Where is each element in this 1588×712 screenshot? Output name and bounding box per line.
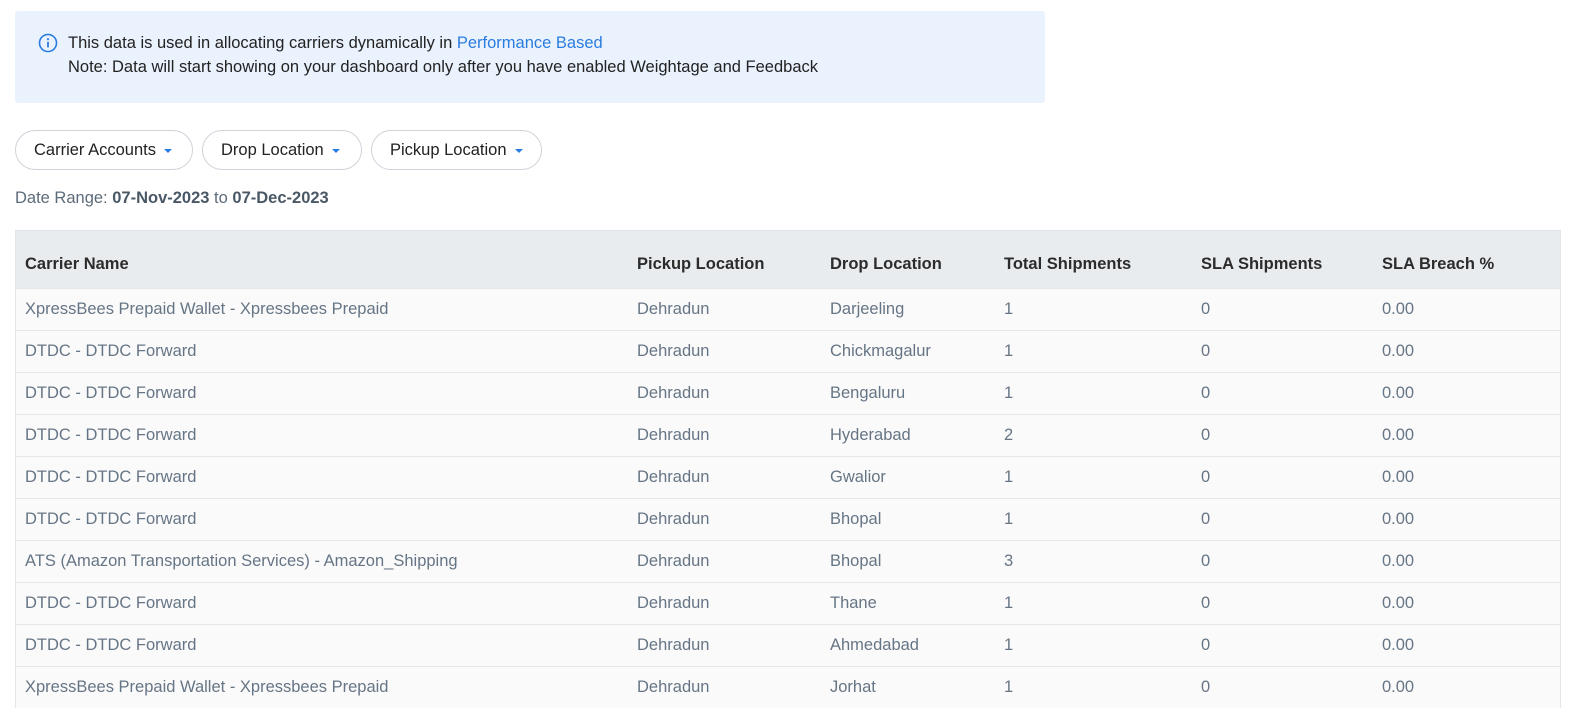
cell-drop-location: Ahmedabad (830, 635, 919, 654)
drop-location-filter-button[interactable]: Drop Location (202, 130, 362, 170)
cell-pickup-location: Dehradun (637, 551, 710, 570)
cell-carrier-name: DTDC - DTDC Forward (25, 593, 197, 612)
table-row: DTDC - DTDC Forward Dehradun Hyderabad 2 0 0.… (16, 414, 1560, 456)
cell-pickup-location: Dehradun (637, 425, 710, 444)
table-row: DTDC - DTDC Forward Dehradun Gwalior 1 0 0.00 (16, 456, 1560, 498)
cell-drop-location: Gwalior (830, 467, 886, 486)
cell-total-shipments: 1 (1004, 509, 1014, 528)
caret-down-icon (331, 149, 340, 153)
performance-based-link[interactable]: Performance Based (457, 34, 603, 52)
cell-total-shipments: 1 (1004, 677, 1014, 696)
table-row: DTDC - DTDC Forward Dehradun Chickmagalur 1… (16, 330, 1560, 372)
cell-carrier-name: DTDC - DTDC Forward (25, 425, 197, 444)
caret-down-icon (514, 149, 523, 153)
caret-down-icon (163, 149, 172, 153)
cell-sla-shipments: 0 (1201, 551, 1211, 570)
date-range-to: 07-Dec-2023 (232, 189, 329, 207)
date-range-separator: to (209, 189, 233, 207)
cell-sla-breach-percent: 0.00 (1382, 593, 1415, 612)
info-text: This data is used in allocating carriers… (68, 34, 603, 53)
carrier-performance-table: Carrier Name Pickup Location Drop Location… (15, 230, 1561, 708)
cell-drop-location: Darjeeling (830, 299, 905, 318)
filter-label: Pickup Location (390, 140, 507, 159)
cell-carrier-name: DTDC - DTDC Forward (25, 467, 197, 486)
table-row: DTDC - DTDC Forward Dehradun Ahmedabad 1 0 0.… (16, 624, 1560, 666)
cell-sla-shipments: 0 (1201, 383, 1211, 402)
info-note: Note: Data will start showing on your da… (68, 58, 818, 76)
column-header-drop-location[interactable]: Drop Location (821, 231, 995, 288)
cell-pickup-location: Dehradun (637, 299, 710, 318)
cell-pickup-location: Dehradun (637, 593, 710, 612)
cell-pickup-location: Dehradun (637, 509, 710, 528)
cell-total-shipments: 1 (1004, 383, 1014, 402)
cell-total-shipments: 3 (1004, 551, 1014, 570)
cell-sla-shipments: 0 (1201, 635, 1211, 654)
table-row: XpressBees Prepaid Wallet - Xpressbees P… (16, 666, 1560, 708)
cell-carrier-name: ATS (Amazon Transportation Services) - A… (25, 551, 458, 570)
column-header-sla-breach-percent[interactable]: SLA Breach % (1373, 231, 1560, 288)
cell-sla-breach-percent: 0.00 (1382, 467, 1415, 486)
filter-label: Carrier Accounts (34, 140, 156, 159)
pickup-location-filter-button[interactable]: Pickup Location (371, 130, 542, 170)
cell-pickup-location: Dehradun (637, 635, 710, 654)
column-header-carrier-name[interactable]: Carrier Name (16, 231, 628, 288)
cell-sla-shipments: 0 (1201, 341, 1211, 360)
carrier-accounts-filter-button[interactable]: Carrier Accounts (15, 130, 193, 170)
cell-drop-location: Hyderabad (830, 425, 911, 444)
cell-drop-location: Bhopal (830, 509, 882, 528)
cell-sla-breach-percent: 0.00 (1382, 299, 1415, 318)
cell-carrier-name: XpressBees Prepaid Wallet - Xpressbees P… (25, 677, 389, 696)
table-header-row: Carrier Name Pickup Location Drop Location… (16, 231, 1560, 288)
cell-sla-breach-percent: 0.00 (1382, 425, 1415, 444)
cell-carrier-name: DTDC - DTDC Forward (25, 635, 197, 654)
cell-drop-location: Jorhat (830, 677, 876, 696)
cell-carrier-name: XpressBees Prepaid Wallet - Xpressbees P… (25, 299, 389, 318)
date-range-from: 07-Nov-2023 (112, 189, 210, 207)
cell-carrier-name: DTDC - DTDC Forward (25, 383, 197, 402)
cell-sla-shipments: 0 (1201, 509, 1211, 528)
cell-carrier-name: DTDC - DTDC Forward (25, 509, 197, 528)
cell-total-shipments: 2 (1004, 425, 1014, 444)
column-header-sla-shipments[interactable]: SLA Shipments (1192, 231, 1373, 288)
cell-sla-shipments: 0 (1201, 677, 1211, 696)
cell-sla-breach-percent: 0.00 (1382, 509, 1415, 528)
column-header-total-shipments[interactable]: Total Shipments (995, 231, 1192, 288)
cell-drop-location: Chickmagalur (830, 341, 931, 360)
cell-total-shipments: 1 (1004, 593, 1014, 612)
cell-sla-shipments: 0 (1201, 467, 1211, 486)
table-body: XpressBees Prepaid Wallet - Xpressbees P… (16, 288, 1560, 708)
cell-sla-shipments: 0 (1201, 425, 1211, 444)
cell-total-shipments: 1 (1004, 341, 1014, 360)
cell-drop-location: Thane (830, 593, 877, 612)
info-banner: This data is used in allocating carriers… (15, 11, 1045, 103)
table-row: DTDC - DTDC Forward Dehradun Thane 1 0 0.00 (16, 582, 1560, 624)
table-row: ATS (Amazon Transportation Services) - A… (16, 540, 1560, 582)
cell-sla-breach-percent: 0.00 (1382, 677, 1415, 696)
date-range-label: Date Range: (15, 189, 113, 207)
filter-label: Drop Location (221, 140, 324, 159)
cell-sla-breach-percent: 0.00 (1382, 635, 1415, 654)
cell-sla-breach-percent: 0.00 (1382, 341, 1415, 360)
cell-carrier-name: DTDC - DTDC Forward (25, 341, 197, 360)
cell-total-shipments: 1 (1004, 467, 1014, 486)
info-circle-icon (38, 33, 58, 53)
column-header-pickup-location[interactable]: Pickup Location (628, 231, 821, 288)
cell-sla-breach-percent: 0.00 (1382, 383, 1415, 402)
cell-sla-shipments: 0 (1201, 299, 1211, 318)
table-row: DTDC - DTDC Forward Dehradun Bhopal 1 0 0.00 (16, 498, 1560, 540)
date-range: Date Range: 07-Nov-2023 to 07-Dec-2023 (15, 189, 329, 208)
cell-pickup-location: Dehradun (637, 383, 710, 402)
cell-pickup-location: Dehradun (637, 677, 710, 696)
cell-total-shipments: 1 (1004, 299, 1014, 318)
cell-pickup-location: Dehradun (637, 341, 710, 360)
table-row: DTDC - DTDC Forward Dehradun Bengaluru 1 0 0.… (16, 372, 1560, 414)
info-text-prefix: This data is used in allocating carriers… (68, 34, 457, 52)
cell-total-shipments: 1 (1004, 635, 1014, 654)
cell-drop-location: Bengaluru (830, 383, 906, 402)
table-row: XpressBees Prepaid Wallet - Xpressbees P… (16, 288, 1560, 330)
cell-drop-location: Bhopal (830, 551, 882, 570)
cell-sla-breach-percent: 0.00 (1382, 551, 1415, 570)
cell-sla-shipments: 0 (1201, 593, 1211, 612)
cell-pickup-location: Dehradun (637, 467, 710, 486)
